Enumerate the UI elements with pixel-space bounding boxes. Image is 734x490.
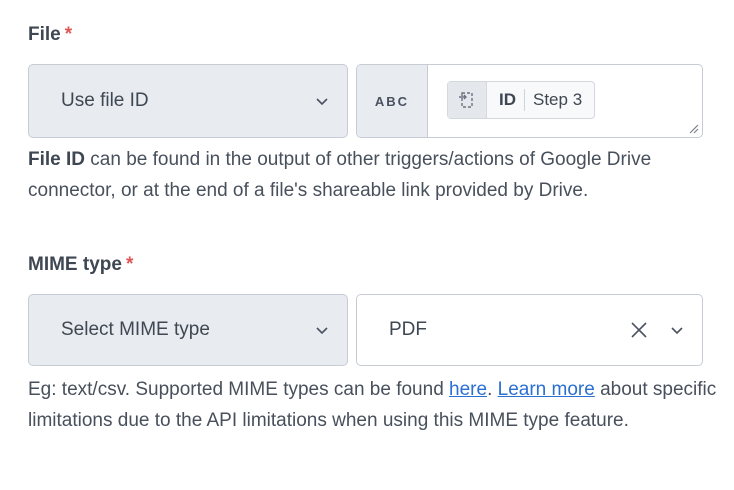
mime-source-select[interactable]: Select MIME type xyxy=(28,294,348,366)
file-source-select-value: Use file ID xyxy=(61,90,149,111)
close-icon[interactable] xyxy=(630,321,648,339)
chevron-down-icon xyxy=(316,98,328,106)
mime-type-select-value: PDF xyxy=(389,319,427,340)
file-help-rest: can be found in the output of other trig… xyxy=(28,149,652,201)
text-type-badge: ABC xyxy=(357,65,428,137)
required-marker: * xyxy=(64,24,73,45)
mime-label-text: MIME type xyxy=(28,254,122,275)
file-label: File * xyxy=(28,24,72,46)
resize-handle-icon[interactable] xyxy=(687,122,699,134)
mime-source-select-value: Select MIME type xyxy=(61,319,210,340)
datapill[interactable]: ID Step 3 xyxy=(447,81,596,119)
mime-label: MIME type * xyxy=(28,254,133,276)
datapill-step: Step 3 xyxy=(533,90,583,109)
mime-help-text: Eg: text/csv. Supported MIME types can b… xyxy=(28,374,718,436)
file-help-text: File ID can be found in the output of ot… xyxy=(28,144,718,206)
form-panel: File * Use file ID ABC ID Step 3 File ID… xyxy=(0,0,734,490)
file-help-bold: File ID xyxy=(28,149,86,170)
datapill-field: ID xyxy=(487,89,525,111)
here-link[interactable]: here xyxy=(449,379,487,400)
chevron-down-icon xyxy=(316,327,328,335)
learn-more-link[interactable]: Learn more xyxy=(498,379,595,400)
mime-type-select[interactable]: PDF xyxy=(356,294,703,366)
file-label-text: File xyxy=(28,24,61,45)
file-id-input[interactable]: ID Step 3 xyxy=(428,65,702,137)
chevron-down-icon[interactable] xyxy=(670,323,684,337)
mime-help-mid: . xyxy=(487,379,498,400)
file-id-input-group: ABC ID Step 3 xyxy=(356,64,703,138)
mime-help-prefix: Eg: text/csv. Supported MIME types can b… xyxy=(28,379,450,400)
step-output-icon xyxy=(448,82,487,118)
file-source-select[interactable]: Use file ID xyxy=(28,64,348,138)
required-marker: * xyxy=(125,254,134,275)
